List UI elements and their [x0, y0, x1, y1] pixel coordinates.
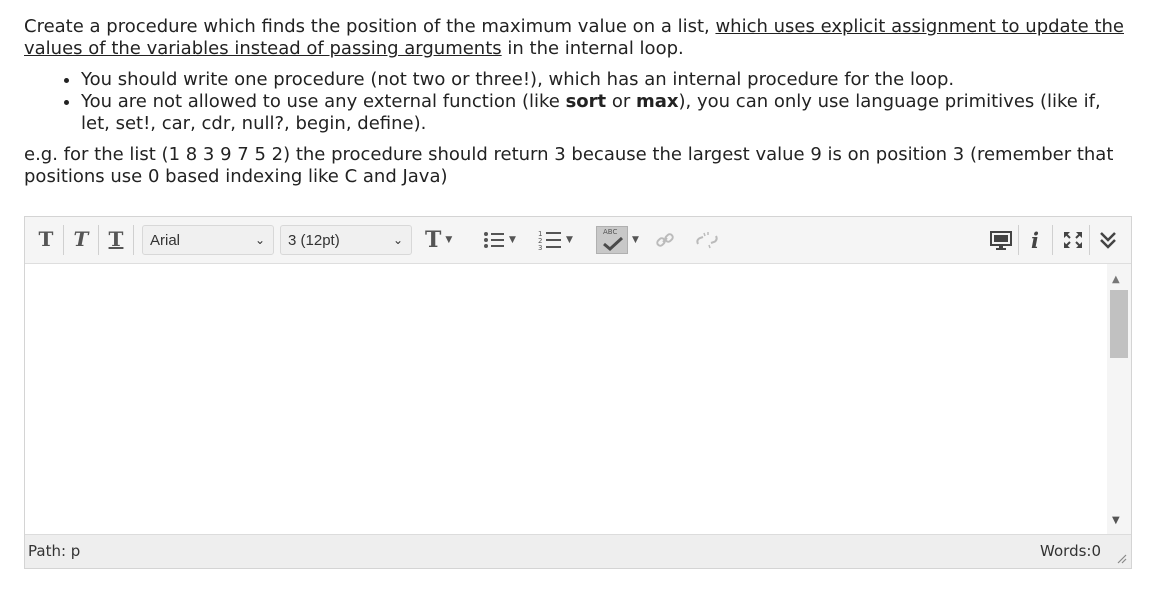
bold-sort: sort: [565, 91, 607, 112]
scroll-up-arrow-icon[interactable]: ▲: [1112, 274, 1120, 285]
monitor-icon: [990, 231, 1012, 250]
fullscreen-button[interactable]: [1062, 225, 1084, 255]
text-color-button[interactable]: T ▼: [425, 225, 452, 255]
caret-down-icon: ▼: [632, 235, 639, 245]
bullet-list-button[interactable]: ▼: [483, 225, 516, 255]
font-family-value: Arial: [150, 231, 181, 249]
double-chevron-down-icon: [1100, 232, 1116, 249]
underline-button[interactable]: T: [105, 225, 127, 253]
underline-icon: T: [108, 227, 124, 251]
list-item: You are not allowed to use any external …: [81, 91, 1134, 135]
link-icon: [656, 233, 674, 247]
info-icon: i: [1031, 227, 1039, 253]
editor-content-area[interactable]: [25, 264, 1106, 534]
divider: [98, 225, 99, 255]
italic-button[interactable]: T: [70, 225, 92, 253]
bullet-list-icon: [484, 232, 504, 248]
check-icon: [603, 237, 624, 251]
unlink-icon: [696, 232, 718, 249]
bullet-text: or: [606, 91, 637, 112]
intro-end-text: in the internal loop.: [501, 38, 684, 59]
question-example: e.g. for the list (1 8 3 9 7 5 2) the pr…: [24, 144, 1114, 187]
spellcheck-label: ABC: [603, 228, 618, 236]
intro-text: Create a procedure which finds the posit…: [24, 16, 716, 37]
word-count: Words:0: [1040, 542, 1101, 560]
element-path: Path: p: [28, 542, 81, 560]
caret-down-icon: ▼: [509, 235, 516, 245]
caret-down-icon: ▼: [445, 235, 453, 245]
font-size-value: 3 (12pt): [288, 231, 340, 249]
unlink-button[interactable]: [695, 225, 719, 255]
caret-down-icon: ▼: [566, 235, 573, 245]
question-intro: Create a procedure which finds the posit…: [24, 16, 1134, 60]
resize-grip-icon[interactable]: [1115, 552, 1127, 564]
divider: [1052, 225, 1053, 255]
requirements-list: You should write one procedure (not two …: [24, 69, 1134, 135]
editor-toolbar: T T T Arial ⌄ 3 (12pt) ⌄ T ▼ ▼ 1 2 3 ▼ A…: [25, 217, 1131, 264]
text-color-icon: T: [425, 227, 442, 253]
insert-link-button[interactable]: [655, 225, 675, 255]
expand-icon: [1064, 232, 1082, 248]
preview-button[interactable]: [990, 225, 1012, 255]
divider: [1089, 225, 1090, 255]
chevron-down-icon: ⌄: [254, 233, 265, 247]
scroll-down-arrow-icon[interactable]: ▼: [1112, 515, 1120, 526]
bold-button[interactable]: T: [35, 225, 57, 253]
font-family-select[interactable]: Arial ⌄: [142, 225, 274, 255]
font-size-select[interactable]: 3 (12pt) ⌄: [280, 225, 412, 255]
scrollbar-thumb[interactable]: [1110, 290, 1128, 358]
list-item: You should write one procedure (not two …: [81, 69, 1134, 91]
spellcheck-icon: ABC: [596, 226, 628, 254]
bullet-text: You are not allowed to use any external …: [81, 91, 566, 112]
spellcheck-button[interactable]: ABC ▼: [596, 225, 639, 255]
svg-text:3: 3: [538, 244, 542, 251]
vertical-scrollbar[interactable]: ▲ ▼: [1107, 264, 1131, 534]
numbered-list-icon: 1 2 3: [538, 230, 561, 251]
divider: [63, 225, 64, 255]
divider: [1018, 225, 1019, 255]
bold-icon: T: [38, 227, 54, 251]
more-toolbar-button[interactable]: [1098, 225, 1118, 255]
chevron-down-icon: ⌄: [392, 233, 403, 247]
rich-text-editor: T T T Arial ⌄ 3 (12pt) ⌄ T ▼ ▼ 1 2 3 ▼ A…: [24, 216, 1132, 569]
divider: [133, 225, 134, 255]
bullet-text: You should write one procedure (not two …: [81, 69, 955, 90]
editor-statusbar: Path: p Words:0: [25, 534, 1131, 568]
numbered-list-button[interactable]: 1 2 3 ▼: [538, 225, 573, 255]
info-button[interactable]: i: [1031, 225, 1039, 255]
question-text: Create a procedure which finds the posit…: [24, 16, 1134, 188]
italic-icon: T: [73, 227, 89, 251]
bold-max: max: [636, 91, 679, 112]
